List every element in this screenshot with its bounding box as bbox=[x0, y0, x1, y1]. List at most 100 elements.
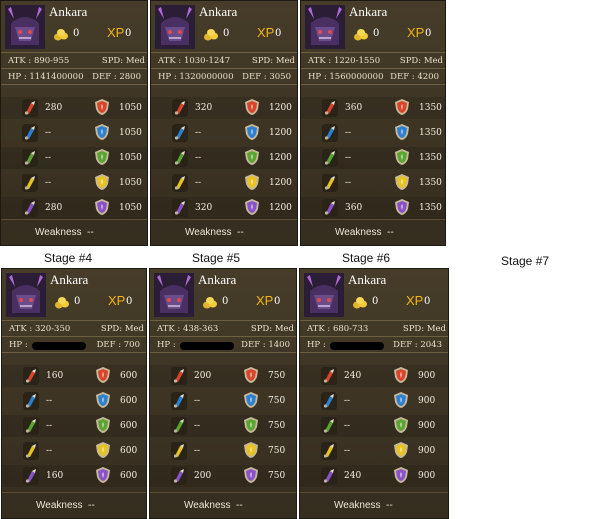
divider bbox=[301, 84, 445, 85]
water-attack-icon bbox=[172, 124, 188, 142]
hp-redaction bbox=[180, 342, 234, 350]
nature-attack-icon bbox=[172, 149, 188, 167]
element-defense-value: 1350 bbox=[419, 203, 442, 213]
element-attack-value: 320 bbox=[195, 103, 213, 113]
weakness-label: Weakness bbox=[334, 500, 381, 511]
element-row: -- 600 bbox=[2, 415, 146, 437]
xp-value: 0 bbox=[274, 296, 281, 307]
xp-label: XP bbox=[107, 25, 125, 40]
water-attack-icon bbox=[22, 124, 38, 142]
element-defense-value: 1050 bbox=[119, 178, 142, 188]
element-defense-value: 1050 bbox=[119, 103, 142, 113]
xp-value: 0 bbox=[425, 28, 432, 39]
element-attack-value: 160 bbox=[46, 371, 64, 381]
boss-name: Ankara bbox=[198, 272, 237, 287]
xp-value: 0 bbox=[125, 28, 132, 39]
hp: HP : bbox=[157, 340, 176, 350]
element-attack-value: 280 bbox=[45, 103, 63, 113]
hp: HP : bbox=[307, 340, 326, 350]
divider bbox=[151, 219, 297, 220]
nature-shield-icon bbox=[94, 148, 110, 166]
weakness-value: -- bbox=[87, 227, 94, 238]
dark-shield-icon bbox=[393, 466, 409, 484]
element-row: 200 750 bbox=[150, 365, 296, 387]
boss-avatar bbox=[5, 5, 45, 49]
divider bbox=[300, 336, 448, 337]
element-defense-value: 600 bbox=[120, 446, 138, 456]
element-attack-value: -- bbox=[345, 153, 352, 163]
light-shield-icon bbox=[94, 173, 110, 191]
element-row: 360 1350 bbox=[301, 197, 445, 219]
speed: SPD: Med bbox=[101, 56, 145, 66]
boss-avatar bbox=[154, 273, 194, 317]
water-attack-icon bbox=[171, 392, 187, 410]
divider bbox=[301, 52, 445, 53]
element-attack-value: -- bbox=[194, 396, 201, 406]
weakness-value: -- bbox=[387, 227, 394, 238]
element-defense-value: 750 bbox=[268, 471, 286, 481]
divider bbox=[150, 352, 296, 353]
element-attack-value: -- bbox=[194, 421, 201, 431]
element-defense-value: 900 bbox=[418, 471, 436, 481]
divider bbox=[151, 52, 297, 53]
element-defense-value: 1050 bbox=[119, 153, 142, 163]
light-shield-icon bbox=[394, 173, 410, 191]
fire-shield-icon bbox=[393, 366, 409, 384]
element-row: -- 1050 bbox=[1, 172, 147, 194]
speed: SPD: Med bbox=[100, 324, 144, 334]
element-defense-value: 1050 bbox=[119, 203, 142, 213]
gold-coins-icon bbox=[54, 295, 70, 309]
boss-name: Ankara bbox=[50, 272, 89, 287]
speed: SPD: Med bbox=[399, 56, 443, 66]
speed: SPD: Med bbox=[251, 56, 295, 66]
divider bbox=[1, 84, 147, 85]
nature-shield-icon bbox=[393, 416, 409, 434]
divider bbox=[300, 320, 448, 321]
element-attack-value: 200 bbox=[194, 471, 212, 481]
gold-coins-icon bbox=[203, 27, 219, 41]
element-row: -- 600 bbox=[2, 390, 146, 412]
element-attack-value: 280 bbox=[45, 203, 63, 213]
element-row: 280 1050 bbox=[1, 197, 147, 219]
stage-label: Stage #4 bbox=[44, 251, 93, 265]
defense: DEF : 1400 bbox=[241, 340, 290, 350]
element-row: 320 1200 bbox=[151, 97, 297, 119]
element-row: 240 900 bbox=[300, 465, 448, 487]
xp-label: XP bbox=[108, 293, 126, 308]
divider bbox=[150, 492, 296, 493]
stage-label: Stage #7 bbox=[501, 254, 550, 268]
dark-shield-icon bbox=[95, 466, 111, 484]
weakness-label: Weakness bbox=[36, 500, 83, 511]
hp: HP : bbox=[9, 340, 28, 350]
gold-value: 0 bbox=[222, 296, 229, 307]
nature-shield-icon bbox=[243, 416, 259, 434]
xp-label: XP bbox=[257, 25, 275, 40]
light-shield-icon bbox=[244, 173, 260, 191]
boss-avatar bbox=[155, 5, 195, 49]
divider bbox=[2, 336, 146, 337]
light-attack-icon bbox=[22, 174, 38, 192]
fire-shield-icon bbox=[95, 366, 111, 384]
element-row: -- 900 bbox=[300, 390, 448, 412]
element-defense-value: 600 bbox=[120, 396, 138, 406]
dark-attack-icon bbox=[322, 199, 338, 217]
xp-label: XP bbox=[406, 293, 424, 308]
weakness-value: -- bbox=[88, 500, 95, 511]
element-defense-value: 1050 bbox=[119, 128, 142, 138]
xp-value: 0 bbox=[275, 28, 282, 39]
element-row: -- 900 bbox=[300, 440, 448, 462]
weakness-value: -- bbox=[236, 500, 243, 511]
element-row: -- 1200 bbox=[151, 147, 297, 169]
divider bbox=[2, 320, 146, 321]
gold-value: 0 bbox=[223, 28, 230, 39]
divider bbox=[1, 68, 147, 69]
gold-coins-icon bbox=[202, 295, 218, 309]
stage-label: Stage #5 bbox=[192, 251, 241, 265]
element-defense-value: 750 bbox=[268, 371, 286, 381]
element-row: -- 750 bbox=[150, 390, 296, 412]
boss-card: Ankara 0 XP 0 ATK : 438-363 SPD: Med HP : DEF :… bbox=[149, 268, 297, 519]
element-defense-value: 1200 bbox=[269, 178, 292, 188]
element-attack-value: -- bbox=[345, 178, 352, 188]
element-attack-value: -- bbox=[45, 153, 52, 163]
element-attack-value: -- bbox=[194, 446, 201, 456]
